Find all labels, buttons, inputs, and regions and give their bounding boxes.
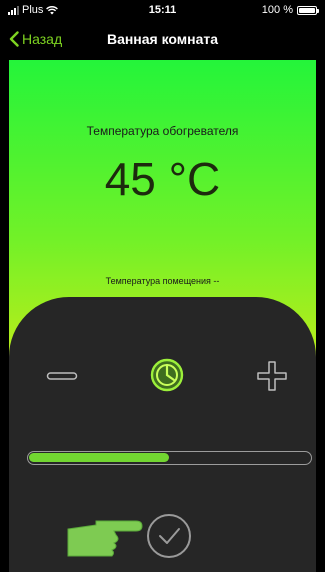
heater-temperature-value: 45 °C <box>104 153 221 205</box>
app-screen: Plus 15:11 100 % Назад Ванная комната Те… <box>0 0 325 572</box>
status-bar: Plus 15:11 100 % <box>0 0 325 20</box>
battery-percent: 100 % <box>261 4 293 16</box>
room-temperature-label: Температура помещения -- <box>105 276 220 286</box>
nav-bar: Назад Ванная комната <box>0 20 325 60</box>
power-icon[interactable] <box>149 357 185 393</box>
slider-fill <box>29 453 169 462</box>
hand-pointer-icon <box>67 520 143 557</box>
page-title: Ванная комната <box>106 31 219 47</box>
heater-temperature-label: Температура обогревателя <box>86 124 239 138</box>
minus-icon[interactable] <box>46 369 78 383</box>
battery-icon <box>297 5 319 15</box>
power-slider[interactable] <box>27 451 312 465</box>
status-right: 100 % <box>261 4 319 16</box>
checkmark-icon[interactable] <box>145 512 193 560</box>
plus-icon[interactable] <box>256 360 288 392</box>
